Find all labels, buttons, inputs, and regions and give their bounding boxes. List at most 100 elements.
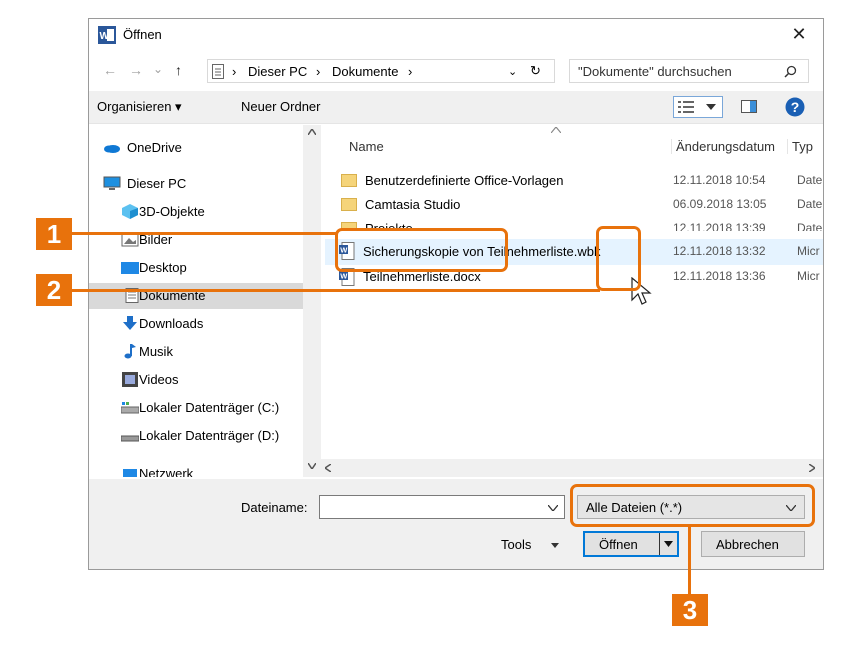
svg-text:W: W <box>340 272 348 281</box>
address-bar[interactable]: › Dieser PC › Dokumente › ⌄ ↻ <box>207 59 555 83</box>
music-icon <box>124 344 136 359</box>
column-header-name[interactable]: Name <box>349 139 384 154</box>
open-dropdown-icon[interactable] <box>664 541 673 547</box>
file-row[interactable]: Benutzerdefinierte Office-Vorlagen 12.11… <box>325 169 823 193</box>
refresh-icon[interactable]: ↻ <box>530 63 541 79</box>
scroll-left-icon[interactable] <box>325 464 331 472</box>
callout-line <box>72 289 600 292</box>
callout-line <box>688 527 691 597</box>
file-list-scrollbar[interactable] <box>321 459 823 477</box>
desktop-icon <box>121 262 139 274</box>
download-icon <box>123 316 137 330</box>
up-icon[interactable]: ↑ <box>175 62 182 78</box>
help-icon[interactable]: ? <box>785 97 805 117</box>
open-button[interactable]: Öffnen <box>583 531 679 557</box>
nav-item-videos[interactable]: Videos <box>89 367 303 393</box>
nav-item-label: Desktop <box>139 260 187 275</box>
tools-button[interactable]: Tools <box>501 537 531 552</box>
file-name: Camtasia Studio <box>365 197 461 212</box>
nav-item-drive-d[interactable]: Lokaler Datenträger (D:) <box>89 423 303 449</box>
nav-item-label: Videos <box>139 372 179 387</box>
svg-text:?: ? <box>791 99 800 115</box>
nav-item-label: Lokaler Datenträger (C:) <box>139 400 280 415</box>
file-type: Micr <box>797 244 820 258</box>
nav-item-label: Netzwerk <box>139 466 194 477</box>
drive-icon <box>121 435 139 442</box>
breadcrumb-separator: › <box>316 64 321 79</box>
svg-text:W: W <box>100 31 110 42</box>
breadcrumb-separator: › <box>232 64 237 79</box>
file-date: 12.11.2018 13:36 <box>673 269 766 283</box>
folder-path-icon <box>212 64 224 79</box>
chevron-down-icon <box>706 104 716 110</box>
nav-item-netzwerk[interactable]: Netzwerk <box>89 463 303 477</box>
cancel-button[interactable]: Abbrechen <box>701 531 805 557</box>
file-row[interactable]: Camtasia Studio 06.09.2018 13:05 Date <box>325 193 823 217</box>
title-bar[interactable]: W Öffnen ✕ <box>89 19 823 51</box>
file-type: Date <box>797 221 823 231</box>
highlight-box-filter <box>570 484 815 527</box>
view-options-button[interactable] <box>673 96 723 118</box>
nav-item-onedrive[interactable]: OneDrive <box>89 135 303 161</box>
folder-icon <box>341 174 357 187</box>
navigation-scrollbar[interactable] <box>303 125 321 477</box>
computer-icon <box>103 176 121 190</box>
breadcrumb-dokumente[interactable]: Dokumente <box>332 64 398 79</box>
nav-item-label: Lokaler Datenträger (D:) <box>139 428 280 443</box>
command-bar: Organisieren ▾ Neuer Ordner ? <box>89 91 823 124</box>
search-field[interactable]: "Dokumente" durchsuchen <box>569 59 809 83</box>
file-date: 12.11.2018 13:39 <box>673 221 766 231</box>
highlight-box-filename <box>335 228 508 272</box>
scroll-down-icon[interactable] <box>308 463 316 469</box>
cube-icon <box>122 204 138 219</box>
file-name: Benutzerdefinierte Office-Vorlagen <box>365 173 564 188</box>
nav-item-3d-objekte[interactable]: 3D-Objekte <box>89 199 303 225</box>
column-header-date[interactable]: Änderungsdatum <box>671 139 775 154</box>
nav-item-label: OneDrive <box>127 140 182 155</box>
search-icon[interactable] <box>784 65 797 78</box>
breadcrumb-separator: › <box>408 64 413 79</box>
recent-locations-icon[interactable]: ⌄ <box>153 62 163 76</box>
scroll-up-icon[interactable] <box>308 129 316 135</box>
tools-dropdown-icon[interactable] <box>551 543 559 548</box>
scroll-right-icon[interactable] <box>809 464 815 472</box>
new-folder-button[interactable]: Neuer Ordner <box>241 99 320 114</box>
nav-item-dieser-pc[interactable]: Dieser PC <box>89 171 303 197</box>
preview-pane-icon[interactable] <box>741 100 757 113</box>
nav-item-label: Downloads <box>139 316 204 331</box>
drive-icon <box>121 402 139 414</box>
forward-icon[interactable]: → <box>129 62 143 78</box>
folder-icon <box>341 198 357 211</box>
close-icon[interactable]: ✕ <box>789 24 809 44</box>
column-header-type[interactable]: Typ <box>787 139 813 154</box>
nav-item-label: Musik <box>139 344 173 359</box>
file-date: 06.09.2018 13:05 <box>673 197 767 211</box>
callout-badge: 1 <box>36 218 72 250</box>
nav-item-drive-c[interactable]: Lokaler Datenträger (C:) <box>89 395 303 421</box>
filename-label: Dateiname: <box>241 500 308 515</box>
nav-item-label: Dieser PC <box>127 176 187 191</box>
network-icon <box>123 469 137 477</box>
nav-item-dokumente[interactable]: Dokumente <box>89 283 303 309</box>
open-button-label: Öffnen <box>599 537 638 552</box>
search-placeholder: "Dokumente" durchsuchen <box>578 64 732 79</box>
nav-item-bilder[interactable]: Bilder <box>89 227 303 253</box>
word-icon: W <box>98 26 116 44</box>
details-view-icon <box>678 101 694 113</box>
chevron-down-icon[interactable] <box>548 505 558 511</box>
callout-badge: 2 <box>36 274 72 306</box>
split-divider <box>659 533 660 555</box>
address-dropdown-icon[interactable]: ⌄ <box>508 65 517 78</box>
breadcrumb-dieser-pc[interactable]: Dieser PC <box>248 64 307 79</box>
file-date: 12.11.2018 13:32 <box>673 244 766 258</box>
nav-item-desktop[interactable]: Desktop <box>89 255 303 281</box>
navigation-row: ← → ⌄ ↑ › Dieser PC › Dokumente › ⌄ ↻ "D… <box>89 57 823 85</box>
nav-item-downloads[interactable]: Downloads <box>89 311 303 337</box>
onedrive-icon <box>104 145 120 153</box>
nav-item-musik[interactable]: Musik <box>89 339 303 365</box>
callout-badge: 3 <box>672 594 708 626</box>
filename-input[interactable] <box>319 495 565 519</box>
back-icon[interactable]: ← <box>103 62 117 78</box>
organize-button[interactable]: Organisieren ▾ <box>97 99 182 115</box>
navigation-pane: OneDrive Dieser PC 3D-Objekte Bilder Des… <box>89 125 321 477</box>
